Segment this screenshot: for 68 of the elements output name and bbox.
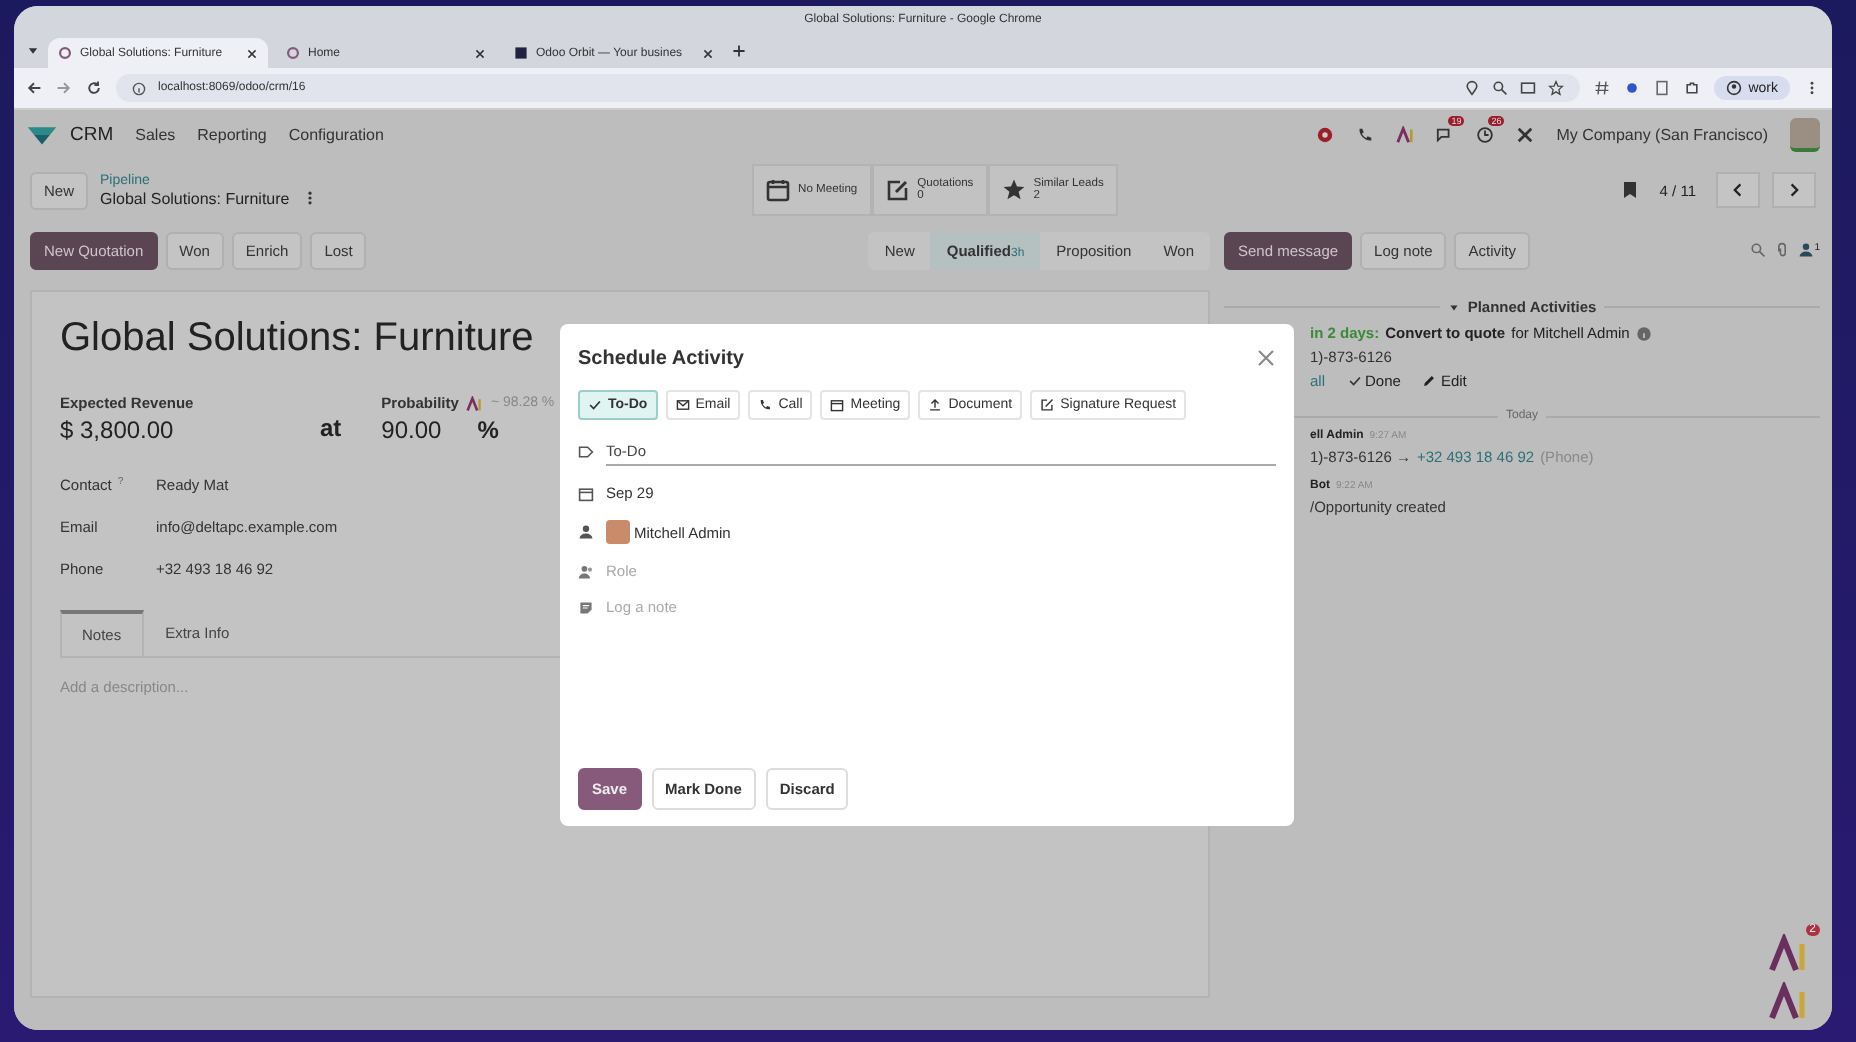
follower-count: 1	[1814, 242, 1820, 254]
person-icon[interactable]	[1798, 242, 1815, 258]
chat-icon[interactable]	[1436, 125, 1455, 143]
user-avatar	[606, 520, 630, 544]
info-icon[interactable]	[1635, 325, 1652, 341]
pencil-icon	[1422, 374, 1437, 388]
edit-icon	[885, 178, 910, 202]
star-icon	[1001, 178, 1026, 202]
zoom-icon[interactable]	[1492, 80, 1509, 96]
phone-icon	[758, 398, 773, 412]
ai-assistant-icon[interactable]	[1768, 934, 1808, 974]
people-icon	[578, 563, 594, 579]
check-icon	[1347, 374, 1362, 388]
square-icon	[514, 46, 528, 60]
tag-icon	[578, 444, 594, 460]
bookmark-star-icon[interactable]	[1548, 80, 1565, 96]
revenue-value[interactable]: $ 3,800.00	[60, 416, 280, 444]
menu-item[interactable]: Configuration	[288, 125, 384, 143]
previous-button[interactable]	[1716, 172, 1760, 208]
back-arrow-icon[interactable]	[26, 80, 42, 96]
external-edit-icon	[1040, 398, 1055, 412]
chevron-left-icon	[1730, 182, 1746, 198]
profile-icon	[1726, 80, 1743, 96]
upload-icon	[928, 398, 943, 412]
app-name[interactable]: CRM	[70, 123, 114, 145]
phone-icon[interactable]	[1356, 125, 1375, 143]
circle-icon	[58, 46, 72, 60]
company-switcher[interactable]: My Company (San Francisco)	[1556, 125, 1768, 143]
record-title: Global Solutions: Furniture	[100, 189, 290, 207]
close-icon[interactable]	[702, 47, 714, 59]
crm-logo-icon[interactable]	[26, 123, 58, 145]
calendar-icon	[578, 485, 594, 501]
menu-item[interactable]: Reporting	[197, 125, 267, 143]
check-icon	[588, 398, 602, 412]
next-button[interactable]	[1772, 172, 1816, 208]
dialog-title: Schedule Activity	[578, 348, 744, 370]
record-icon[interactable]	[1316, 125, 1335, 143]
dot-icon[interactable]	[1624, 80, 1641, 96]
close-icon[interactable]	[246, 47, 258, 59]
bookmark-icon[interactable]	[1619, 180, 1640, 200]
lead-title: Global Solutions: Furniture	[60, 316, 534, 362]
location-pin-icon[interactable]	[1464, 80, 1481, 96]
search-icon[interactable]	[1750, 242, 1767, 258]
circle-icon	[286, 46, 300, 60]
help-mark[interactable]: ?	[117, 476, 124, 494]
menu-item[interactable]: Sales	[135, 125, 176, 143]
hash-icon[interactable]	[1594, 80, 1611, 96]
info-icon[interactable]	[132, 81, 146, 95]
caret-down-icon[interactable]	[1447, 301, 1460, 313]
plus-icon[interactable]	[732, 44, 746, 58]
ai-icon[interactable]	[466, 395, 483, 411]
reload-icon[interactable]	[86, 80, 102, 96]
caret-down-icon[interactable]	[26, 44, 40, 58]
clock-icon[interactable]	[1476, 125, 1495, 143]
calendar-icon	[830, 398, 845, 412]
ai-icon[interactable]	[1396, 125, 1415, 143]
ai-assistant-icon[interactable]	[1768, 982, 1808, 1022]
note-icon	[578, 599, 594, 615]
probability-value[interactable]: 90.00	[381, 416, 442, 444]
paperclip-icon[interactable]	[1774, 242, 1791, 258]
user-avatar[interactable]	[1790, 117, 1820, 151]
percent-sign: %	[477, 416, 499, 444]
envelope-icon	[675, 398, 690, 412]
at-label: at	[320, 414, 342, 442]
close-icon[interactable]	[474, 47, 486, 59]
person-icon	[578, 524, 594, 540]
chevron-right-icon	[1786, 182, 1802, 198]
calendar-icon	[766, 178, 791, 202]
